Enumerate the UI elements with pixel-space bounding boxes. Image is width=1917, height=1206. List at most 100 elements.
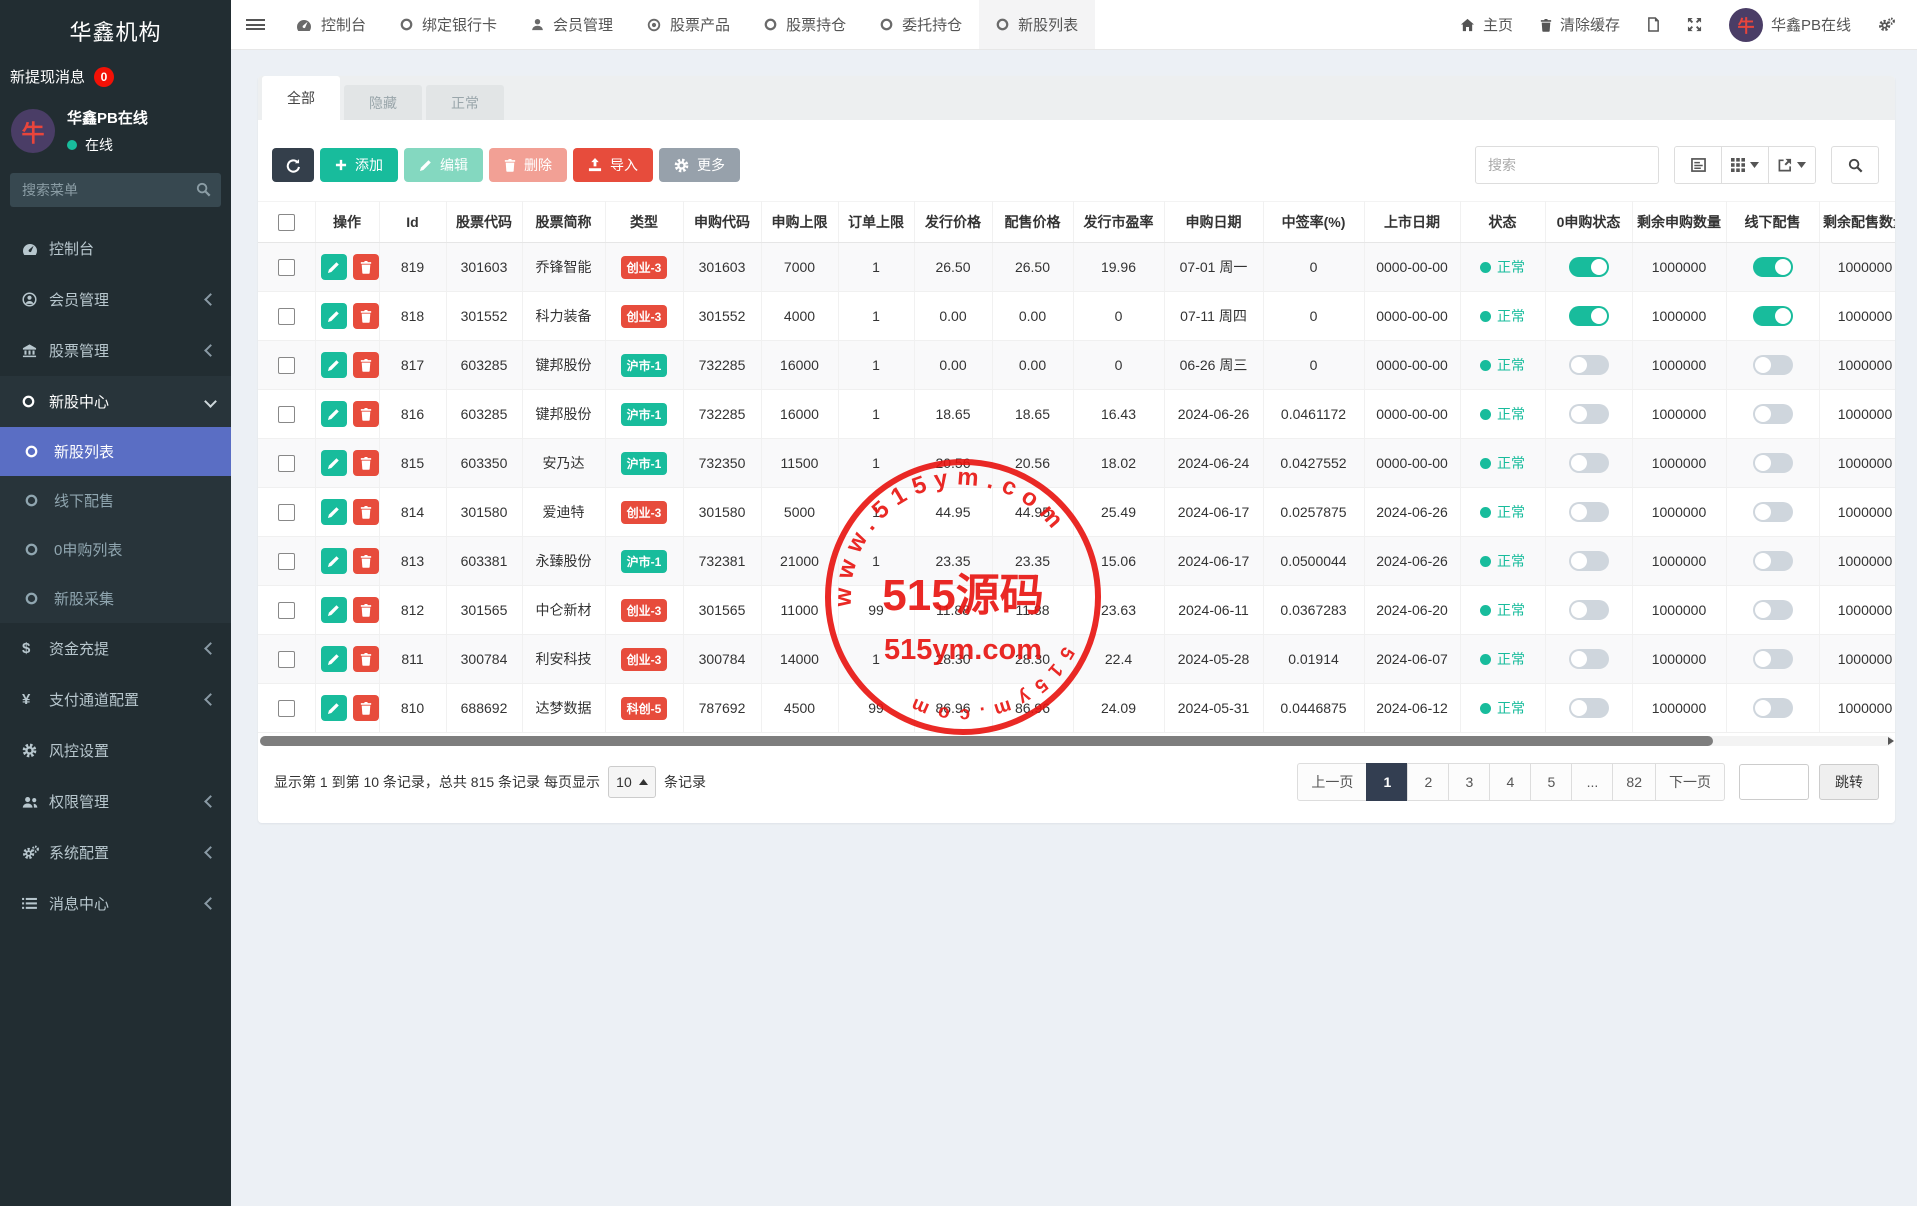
offline-allot-toggle[interactable] [1752,649,1793,669]
nav-tab-entrust-positions[interactable]: 委托持仓 [863,0,979,49]
offline-allot-toggle[interactable] [1752,453,1793,473]
offline-allot-toggle[interactable] [1752,600,1793,620]
row-edit-button[interactable] [320,597,347,623]
horizontal-scrollbar[interactable] [260,736,1894,746]
offline-allot-toggle[interactable] [1752,306,1793,326]
zero-subscribe-toggle[interactable] [1568,257,1609,277]
zero-subscribe-toggle[interactable] [1568,355,1609,375]
sidebar-item-system-config[interactable]: 系统配置 [0,827,231,878]
row-delete-button[interactable] [352,597,378,623]
column-header[interactable]: 申购上限 [761,201,839,243]
table-search-input[interactable] [1475,146,1659,184]
row-delete-button[interactable] [352,401,378,427]
sidebar-item-ipo-center[interactable]: 新股中心 [0,376,231,427]
column-header[interactable]: 剩余配售数量 [1819,201,1895,243]
sidebar-item-ipo-list[interactable]: 新股列表 [0,427,231,476]
zero-subscribe-toggle[interactable] [1568,600,1609,620]
column-header[interactable]: 状态 [1460,201,1546,243]
offline-allot-toggle[interactable] [1752,698,1793,718]
nav-tab-ipo-list[interactable]: 新股列表 [979,0,1096,49]
card-view-button[interactable] [1675,147,1722,183]
nav-tab-members[interactable]: 会员管理 [514,0,630,49]
export-button[interactable] [1769,147,1815,183]
filter-tab-normal[interactable]: 正常 [426,85,504,120]
row-checkbox[interactable] [277,552,295,570]
sidebar-search-input[interactable] [10,173,221,207]
sidebar-item-zero-sub-list[interactable]: 0申购列表 [0,525,231,574]
column-header[interactable]: 股票代码 [446,201,523,243]
withdraw-notice[interactable]: 新提现消息 0 [0,60,231,97]
sidebar-item-payment-channels[interactable]: ¥ 支付通道配置 [0,674,231,725]
scrollbar-thumb[interactable] [260,736,1714,746]
row-delete-button[interactable] [352,548,378,574]
row-delete-button[interactable] [352,695,378,721]
row-edit-button[interactable] [320,401,347,427]
clear-cache-button[interactable]: 清除缓存 [1540,14,1620,35]
column-header[interactable]: 剩余申购数量 [1632,201,1727,243]
page-item-4[interactable]: 4 [1489,763,1532,801]
column-header[interactable]: 订单上限 [838,201,915,243]
sidebar-item-members[interactable]: 会员管理 [0,274,231,325]
column-header[interactable]: 股票简称 [522,201,606,243]
sidebar-item-permissions[interactable]: 权限管理 [0,776,231,827]
column-header[interactable]: 类型 [605,201,684,243]
row-delete-button[interactable] [352,646,378,672]
row-edit-button[interactable] [320,303,347,329]
row-edit-button[interactable] [320,352,347,378]
row-edit-button[interactable] [320,499,347,525]
row-edit-button[interactable] [320,450,347,476]
nav-tab-stock-positions[interactable]: 股票持仓 [747,0,863,49]
add-button[interactable]: 添加 [320,148,398,182]
zero-subscribe-toggle[interactable] [1568,453,1609,473]
scroll-right-arrow-icon[interactable] [1888,737,1894,745]
row-checkbox[interactable] [277,650,295,668]
sidebar-item-dashboard[interactable]: 控制台 [0,223,231,274]
nav-tab-dashboard[interactable]: 控制台 [279,0,383,49]
nav-tab-bind-bank-card[interactable]: 绑定银行卡 [383,0,514,49]
offline-allot-toggle[interactable] [1752,502,1793,522]
column-header[interactable]: 申购代码 [683,201,762,243]
sidebar-item-funds[interactable]: $ 资金充提 [0,623,231,674]
home-button[interactable]: 主页 [1460,14,1513,35]
page-item-82[interactable]: 82 [1612,763,1656,801]
zero-subscribe-toggle[interactable] [1568,698,1609,718]
row-edit-button[interactable] [320,548,347,574]
zero-subscribe-toggle[interactable] [1568,551,1609,571]
page-jump-input[interactable] [1739,764,1809,800]
edit-button[interactable]: 编辑 [404,148,483,182]
import-button[interactable]: 导入 [573,148,653,182]
page-item-prev[interactable]: 上一页 [1297,763,1368,801]
row-edit-button[interactable] [320,254,347,280]
row-checkbox[interactable] [277,405,295,423]
column-header[interactable]: 线下配售 [1726,201,1820,243]
row-checkbox[interactable] [277,307,295,325]
sidebar-item-stocks[interactable]: 股票管理 [0,325,231,376]
row-checkbox[interactable] [277,258,295,276]
page-item-2[interactable]: 2 [1407,763,1450,801]
sidebar-item-offline-allot[interactable]: 线下配售 [0,476,231,525]
row-checkbox[interactable] [277,454,295,472]
row-checkbox[interactable] [277,699,295,717]
zero-subscribe-toggle[interactable] [1568,502,1609,522]
row-delete-button[interactable] [352,352,378,378]
search-submit-button[interactable] [1831,146,1879,184]
row-edit-button[interactable] [320,695,347,721]
file-shortcut-button[interactable] [1647,17,1660,32]
navbar-user-menu[interactable]: 牛 华鑫PB在线 [1728,7,1851,42]
page-item-3[interactable]: 3 [1448,763,1491,801]
page-size-select[interactable]: 10 [607,766,656,798]
sidebar-item-risk-control[interactable]: 风控设置 [0,725,231,776]
column-header[interactable]: Id [379,201,447,243]
column-header[interactable]: 配售价格 [992,201,1074,243]
offline-allot-toggle[interactable] [1752,257,1793,277]
offline-allot-toggle[interactable] [1752,404,1793,424]
row-checkbox[interactable] [277,503,295,521]
row-checkbox[interactable] [277,356,295,374]
column-header[interactable]: 发行市盈率 [1073,201,1165,243]
row-delete-button[interactable] [352,254,378,280]
refresh-button[interactable] [272,148,314,182]
row-delete-button[interactable] [352,499,378,525]
menu-toggle-button[interactable] [231,0,279,49]
row-edit-button[interactable] [320,646,347,672]
columns-button[interactable] [1722,147,1769,183]
